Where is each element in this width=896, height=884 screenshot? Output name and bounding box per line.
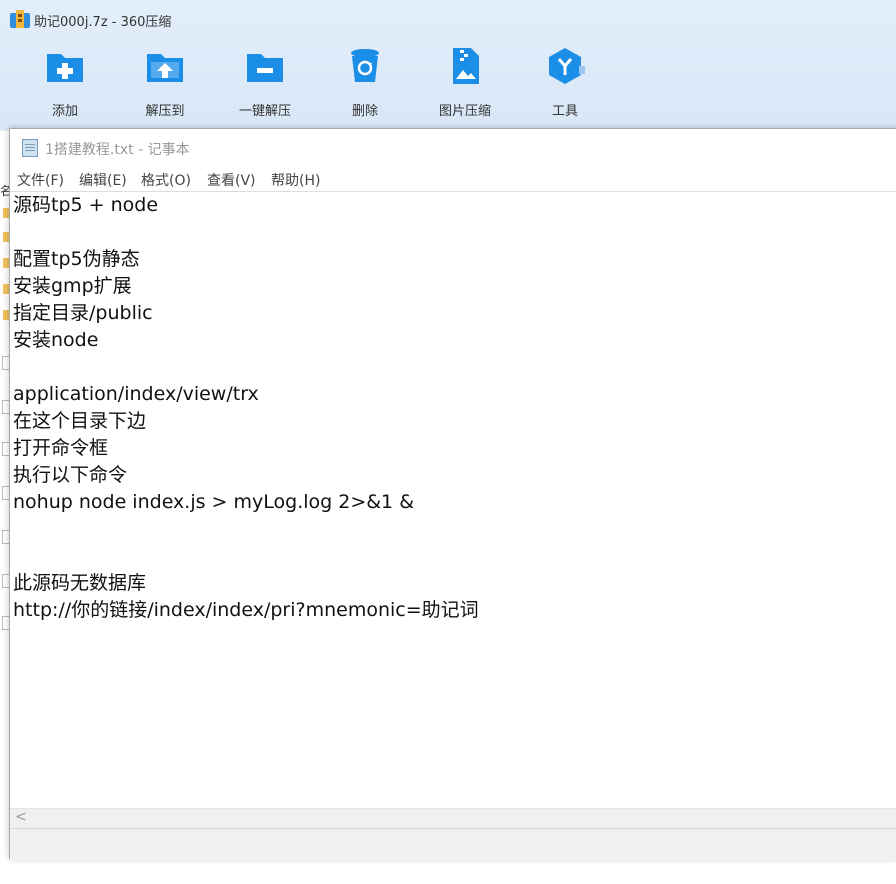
notepad-titlebar[interactable]: 1搭建教程.txt - 记事本 bbox=[10, 129, 896, 165]
image-compress-icon bbox=[453, 48, 479, 84]
horizontal-scrollbar[interactable]: < bbox=[10, 808, 896, 828]
archive-toolbar: 添加 解压到 一键解压 删除 图片压缩 工具 bbox=[0, 38, 896, 128]
text-line: 安装gmp扩展 bbox=[13, 275, 132, 297]
menu-format[interactable]: 格式(O) bbox=[141, 170, 191, 190]
archive-titlebar: 助记000j.7z - 360压缩 bbox=[0, 0, 896, 38]
text-line: nohup node index.js > myLog.log 2>&1 & bbox=[13, 491, 415, 513]
text-line: 执行以下命令 bbox=[13, 464, 128, 486]
text-line: 在这个目录下边 bbox=[13, 410, 147, 432]
text-line: 配置tp5伪静态 bbox=[13, 248, 140, 270]
text-line: 此源码无数据库 bbox=[13, 572, 147, 594]
archive-window-title: 助记000j.7z - 360压缩 bbox=[34, 15, 172, 30]
notepad-window-title: 1搭建教程.txt - 记事本 bbox=[45, 142, 190, 158]
extract-to-button[interactable]: 解压到 bbox=[115, 46, 215, 119]
menu-view[interactable]: 查看(V) bbox=[207, 170, 256, 190]
scroll-left-arrow-icon[interactable]: < bbox=[15, 809, 27, 825]
one-click-extract-label: 一键解压 bbox=[238, 104, 291, 119]
image-compress-label: 图片压缩 bbox=[438, 104, 491, 119]
recycle-bin-icon bbox=[351, 49, 379, 82]
text-line: 源码tp5 + node bbox=[13, 194, 159, 216]
one-click-extract-icon bbox=[247, 54, 283, 82]
tools-button[interactable]: 工具 bbox=[515, 46, 615, 119]
tools-label: 工具 bbox=[551, 104, 578, 119]
notepad-window: 1搭建教程.txt - 记事本 文件(F) 编辑(E) 格式(O) 查看(V) … bbox=[9, 128, 896, 860]
archive-app-icon bbox=[10, 10, 30, 28]
text-line: 指定目录/public bbox=[13, 302, 153, 324]
tools-icon bbox=[549, 48, 585, 84]
image-compress-button[interactable]: 图片压缩 bbox=[415, 46, 515, 119]
text-editor-area[interactable]: 源码tp5 + node 配置tp5伪静态 安装gmp扩展 指定目录/publi… bbox=[10, 191, 896, 808]
one-click-extract-button[interactable]: 一键解压 bbox=[215, 46, 315, 119]
delete-label: 删除 bbox=[351, 104, 378, 119]
add-label: 添加 bbox=[51, 104, 78, 119]
delete-button[interactable]: 删除 bbox=[315, 46, 415, 119]
notepad-menubar: 文件(F) 编辑(E) 格式(O) 查看(V) 帮助(H) bbox=[10, 167, 896, 191]
extract-to-label: 解压到 bbox=[145, 104, 185, 119]
text-line: http://你的链接/index/index/pri?mnemonic=助记词 bbox=[13, 599, 479, 621]
status-bar bbox=[10, 828, 896, 860]
add-button[interactable]: 添加 bbox=[15, 46, 115, 119]
menu-file[interactable]: 文件(F) bbox=[17, 170, 64, 190]
menu-edit[interactable]: 编辑(E) bbox=[79, 170, 127, 190]
menu-help[interactable]: 帮助(H) bbox=[271, 170, 320, 190]
notepad-app-icon bbox=[22, 139, 38, 157]
text-line: application/index/view/trx bbox=[13, 383, 259, 405]
add-folder-icon bbox=[47, 54, 83, 82]
extract-to-icon bbox=[147, 54, 183, 82]
text-line: 安装node bbox=[13, 329, 99, 351]
text-line: 打开命令框 bbox=[13, 437, 109, 459]
